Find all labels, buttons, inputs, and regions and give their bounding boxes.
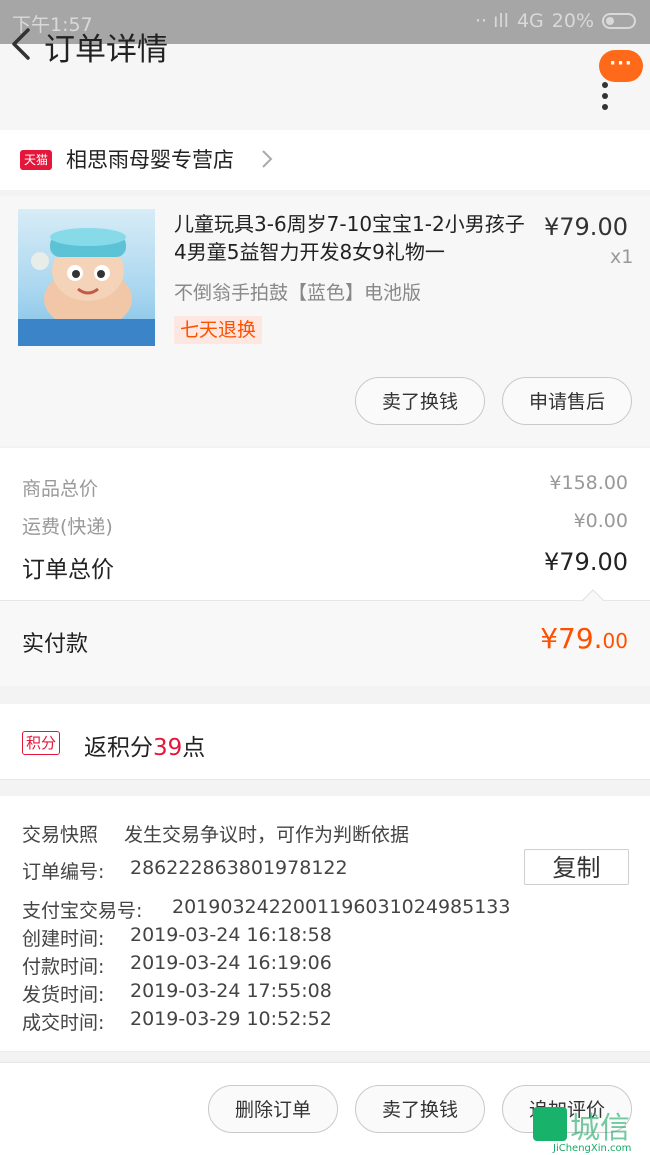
snapshot-link[interactable]: 交易快照 (22, 820, 98, 847)
watermark-url: JiChengXin.com (553, 1143, 632, 1154)
shipped-label: 发货时间: (22, 984, 105, 1006)
more-menu-icon[interactable] (602, 82, 610, 122)
more-bubble-button[interactable]: ··· (599, 50, 643, 82)
done-value: 2019-03-29 10:52:52 (130, 1008, 332, 1030)
product-price: ¥79.00 (544, 213, 628, 241)
battery-label: 20% (551, 10, 594, 32)
back-arrow-icon[interactable] (4, 20, 44, 66)
goods-total-value: ¥158.00 (549, 472, 628, 494)
product-title[interactable]: 儿童玩具3-6周岁7-10宝宝1-2小男孩子4男童5益智力开发8女9礼物一 (174, 210, 534, 266)
copy-button[interactable]: 复制 (524, 849, 629, 885)
shipping-value: ¥0.00 (573, 510, 628, 532)
paid-value-int: ¥79. (540, 622, 603, 655)
paid-value-dec: 00 (602, 629, 628, 653)
points-badge: 积分 (22, 731, 61, 755)
points-text: 返积分39点 (84, 728, 205, 762)
battery-icon (602, 13, 636, 29)
after-sale-button[interactable]: 申请售后 (502, 377, 632, 425)
watermark-logo-icon (533, 1107, 567, 1141)
shipped-value: 2019-03-24 17:55:08 (130, 980, 332, 1002)
delete-order-button[interactable]: 删除订单 (208, 1085, 338, 1133)
paid-label: 实付款 (22, 632, 89, 657)
paid-time-label: 付款时间: (22, 956, 105, 978)
created-value: 2019-03-24 16:18:58 (130, 924, 332, 946)
alipay-no-value: 2019032422001196031024985133 (172, 896, 511, 918)
points-value: 39 (153, 735, 183, 761)
store-name[interactable]: 相思雨母婴专营店 (66, 144, 234, 174)
created-label: 创建时间: (22, 928, 105, 950)
page-title: 订单详情 (44, 32, 168, 68)
tmall-badge: 天猫 (20, 150, 52, 170)
product-quantity: x1 (610, 246, 634, 268)
chevron-right-icon (262, 150, 273, 168)
points-suffix: 点 (182, 735, 206, 761)
signal-icon: ·· ıll (474, 10, 509, 32)
order-no-label: 订单编号: (22, 861, 105, 883)
seven-day-return-tag: 七天退换 (174, 316, 263, 344)
snapshot-desc: 发生交易争议时，可作为判断依据 (124, 824, 410, 846)
goods-total-label: 商品总价 (22, 478, 99, 500)
alipay-no-label: 支付宝交易号: (22, 900, 143, 922)
network-label: 4G (516, 10, 544, 32)
status-right: ·· ıll 4G 20% (475, 10, 636, 32)
points-prefix: 返积分 (84, 735, 153, 761)
product-sku: 不倒翁手拍鼓【蓝色】电池版 (174, 282, 422, 304)
done-label: 成交时间: (22, 1012, 105, 1034)
sell-for-cash-button[interactable]: 卖了换钱 (355, 377, 485, 425)
order-total-value: ¥79.00 (544, 548, 628, 576)
order-no-value: 286222863801978122 (130, 857, 348, 879)
order-total-label: 订单总价 (22, 557, 114, 583)
bottom-sell-button[interactable]: 卖了换钱 (355, 1085, 485, 1133)
caret-up-icon (581, 589, 605, 602)
paid-value: ¥79.00 (540, 622, 628, 655)
shipping-label: 运费(快递) (22, 516, 113, 538)
watermark-text: 城信 (570, 1111, 630, 1146)
thumbnail-feature-strip (18, 319, 155, 346)
paid-time-value: 2019-03-24 16:19:06 (130, 952, 332, 974)
